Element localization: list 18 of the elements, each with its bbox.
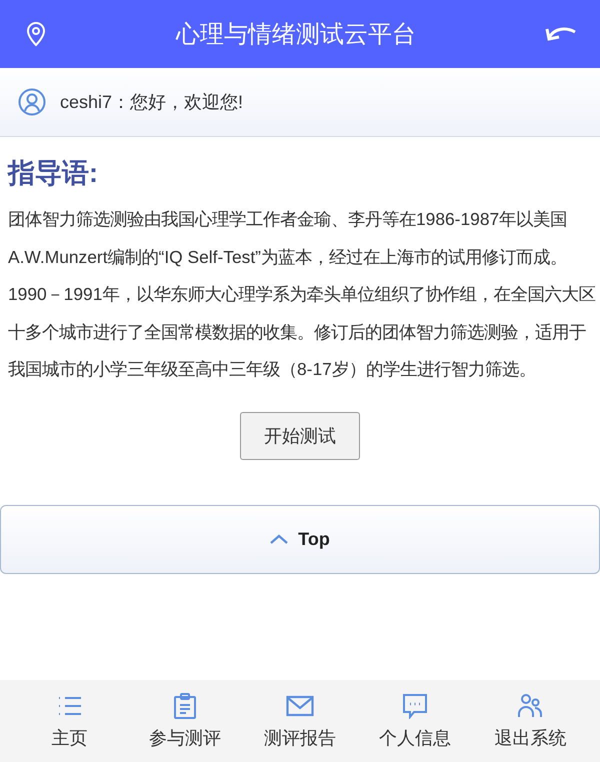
location-pin-icon[interactable] xyxy=(24,21,48,47)
user-avatar-icon xyxy=(18,88,46,116)
instructions-text: 团体智力筛选测验由我国心理学工作者金瑜、李丹等在1986-1987年以美国A.W.Munzert编制的“IQ Self-Test”为蓝本，经过在上海市的试用修订而成。1990－1991年，以华东师大心理学系为牵头单位组织了协作组，在全国六大区十多个城市进行了全国常模数据的收集。修订后的团体智力筛选测验，适用于我国城市的小学三年级至高中三年级（8-17岁）的学生进行智力筛选。 xyxy=(8,208,596,381)
nav-item[interactable]: 测评报告 xyxy=(242,680,358,762)
welcome-message: ceshi7：您好，欢迎您! xyxy=(60,91,244,114)
start-test-button[interactable]: 开始测试 xyxy=(240,412,360,460)
mail-icon xyxy=(286,695,314,717)
nav-item[interactable]: 个人信息 xyxy=(358,680,473,762)
back-to-top-button[interactable]: Top xyxy=(0,504,600,574)
instructions-heading: 指导语: xyxy=(8,157,99,190)
nav-item[interactable]: 参与测评 xyxy=(127,680,242,762)
chevron-up-icon xyxy=(270,534,288,544)
users-icon xyxy=(517,693,544,719)
app-title: 心理与情绪测试云平台 xyxy=(174,20,417,50)
nav-item[interactable]: 退出系统 xyxy=(472,680,588,762)
clipboard-icon xyxy=(172,693,197,719)
chat-icon xyxy=(402,693,428,719)
nav-item[interactable]: 主页 xyxy=(12,680,128,762)
